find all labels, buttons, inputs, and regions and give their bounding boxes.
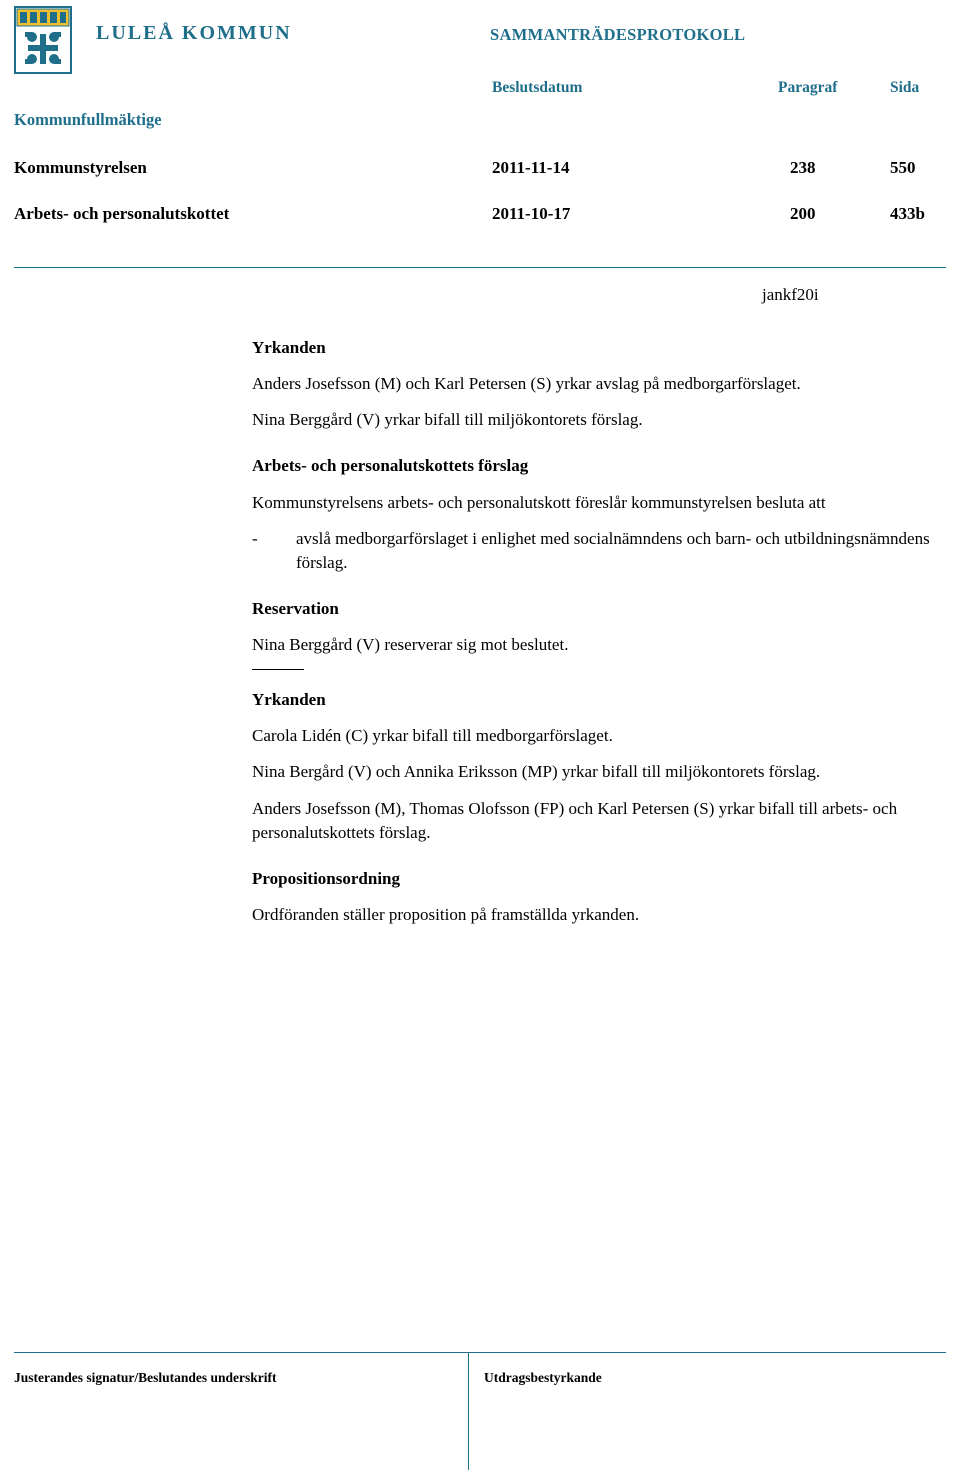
document-body: Yrkanden Anders Josefsson (M) och Karl P…	[252, 336, 952, 939]
row-paragraph: 238	[790, 158, 816, 177]
organization-name: LULEÅ KOMMUN	[96, 22, 292, 44]
row-label: Kommunstyrelsen	[14, 158, 147, 177]
column-header-date: Beslutsdatum	[492, 79, 583, 96]
column-header-page: Sida	[890, 79, 920, 96]
column-headers: Beslutsdatum Paragraf Sida	[0, 79, 960, 99]
row-page: 433b	[890, 204, 925, 223]
table-row: Kommunstyrelsen 2011-11-14 238 550	[0, 158, 960, 204]
row-page: 550	[890, 158, 916, 177]
paragraph-reservation: Nina Berggård (V) reserverar sig mot bes…	[252, 635, 569, 654]
row-paragraph: 200	[790, 204, 816, 223]
footer-vertical-divider	[468, 1352, 469, 1470]
heading-yrkanden-2: Yrkanden	[252, 690, 326, 710]
list-item-text: avslå medborgarförslaget i enlighet med …	[296, 528, 930, 572]
footer-certification-label: Utdragsbestyrkande	[484, 1370, 602, 1385]
paragraph-yrkanden-2b: Nina Bergård (V) och Annika Eriksson (MP…	[252, 762, 821, 782]
section-separator-rule	[252, 669, 304, 671]
footer-signature-label: Justerandes signatur/Beslutandes undersk…	[14, 1370, 277, 1385]
row-label: Arbets- och personalutskottet	[14, 204, 230, 223]
heading-reservation: Reservation	[252, 598, 339, 618]
list-item: - avslå medborgarförslaget i enlighet me…	[252, 527, 952, 575]
document-type-title: SAMMANTRÄDESPROTOKOLL	[490, 25, 746, 44]
paragraph-yrkanden-2a: Carola Lidén (C) yrkar bifall till medbo…	[252, 726, 613, 746]
row-date: 2011-10-17	[492, 204, 571, 223]
heading-propositionsordning: Propositionsordning	[252, 868, 401, 888]
list-item-dash: -	[252, 528, 258, 548]
meta-rows: Kommunstyrelsen 2011-11-14 238 550 Arbet…	[0, 158, 960, 250]
heading-yrkanden-1: Yrkanden	[252, 338, 326, 357]
paragraph-yrkanden-1b: Nina Berggård (V) yrkar bifall till milj…	[252, 410, 643, 430]
document-header: LULEÅ KOMMUN SAMMANTRÄDESPROTOKOLL Beslu…	[0, 0, 960, 129]
row-date: 2011-11-14	[492, 158, 570, 177]
board-name: Kommunfullmäktige	[14, 110, 162, 129]
column-header-paragraph: Paragraf	[778, 79, 838, 96]
paragraph-proposition: Ordföranden ställer proposition på frams…	[252, 904, 640, 924]
footer-divider-line	[14, 1352, 946, 1353]
coat-of-arms-icon	[14, 6, 72, 74]
paragraph-yrkanden-2c: Anders Josefsson (M), Thomas Olofsson (F…	[252, 798, 898, 842]
heading-utskottets-forslag: Arbets- och personalutskottets förslag	[252, 456, 529, 476]
document-id: jankf20i	[762, 285, 819, 304]
document-page: LULEÅ KOMMUN SAMMANTRÄDESPROTOKOLL Beslu…	[0, 0, 960, 1471]
table-row: Arbets- och personalutskottet 2011-10-17…	[0, 204, 960, 250]
paragraph-forslag-intro: Kommunstyrelsens arbets- och personaluts…	[252, 492, 826, 512]
header-divider	[14, 267, 946, 268]
paragraph-yrkanden-1a: Anders Josefsson (M) och Karl Petersen (…	[252, 374, 801, 394]
